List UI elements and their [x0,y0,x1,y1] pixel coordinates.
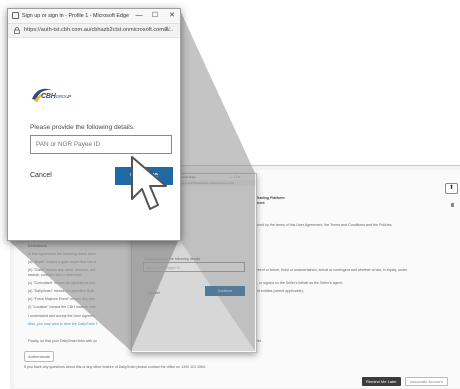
logo-brand: CBH [41,93,56,100]
logo-text: CBHGROUP [41,93,71,100]
minimize-button[interactable]: — [132,9,146,23]
maximize-button[interactable]: ☐ [148,9,162,23]
page-icon [12,12,19,19]
details-prompt: Please provide the following details. [30,124,135,131]
close-button[interactable]: ✕ [165,9,179,23]
cancel-button[interactable]: Cancel [30,172,52,179]
logo-suffix: GROUP [55,94,72,99]
payee-id-input[interactable] [30,135,172,154]
window-titlebar: Sign up or sign in - Profile 1 - Microso… [8,9,180,24]
address-bar[interactable]: https://auth-tst.cbh.com.au/cbhazb2ctst.… [8,24,180,38]
lock-icon [14,27,20,34]
mouse-cursor-icon [131,156,167,210]
window-title: Sign up or sign in - Profile 1 - Microso… [22,13,129,19]
read-aloud-icon[interactable]: A⁾ [165,24,170,37]
url-text: https://auth-tst.cbh.com.au/cbhazb2ctst.… [24,27,174,33]
